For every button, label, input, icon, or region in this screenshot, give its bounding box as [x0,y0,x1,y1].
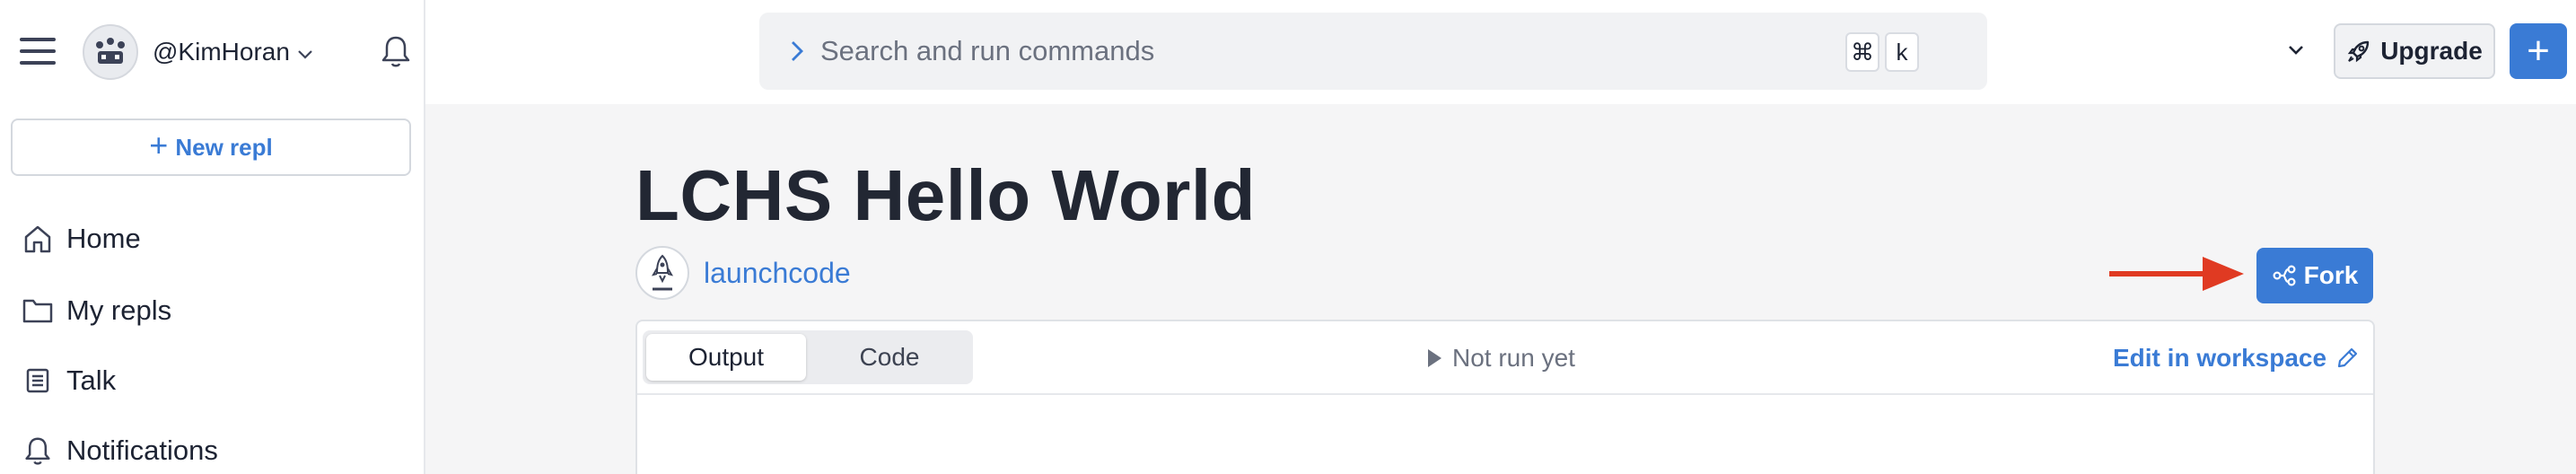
play-icon [1428,349,1441,367]
sidebar-item-label: Notifications [66,434,218,466]
shortcut-key-cmd: ⌘ [1845,32,1879,72]
repl-preview-panel: Output Code Not run yet Edit in workspac… [635,320,2375,474]
sidebar-item-label: Talk [66,364,117,396]
user-menu[interactable]: @KimHoran [153,34,313,70]
sidebar-item-notifications[interactable]: Notifications [20,427,218,474]
sidebar: @KimHoran + New repl Home My repls Talk … [0,0,425,474]
run-status: Not run yet [1425,343,1575,373]
create-button[interactable]: + [2510,23,2567,79]
plus-icon: + [149,127,169,163]
red-arrow-right-icon [2109,257,2244,291]
bell-icon [20,433,56,469]
chevron-down-icon[interactable] [2285,40,2307,61]
run-status-label: Not run yet [1452,344,1575,372]
shortcut-key-k: k [1885,32,1919,72]
top-bar: Search and run commands ⌘ k Upgrade + [425,0,2576,104]
sidebar-item-home[interactable]: Home [20,215,141,262]
owner-link[interactable]: launchcode [704,257,851,290]
plus-icon: + [2527,29,2550,73]
owner-avatar[interactable] [635,246,689,300]
new-repl-button[interactable]: + New repl [11,118,411,176]
hamburger-icon[interactable] [20,36,56,66]
app-root: @KimHoran + New repl Home My repls Talk … [0,0,2576,474]
search-placeholder: Search and run commands [820,35,1155,66]
command-search[interactable]: Search and run commands ⌘ k [759,13,2303,90]
sidebar-header: @KimHoran [0,0,424,104]
edit-workspace-label: Edit in workspace [2113,344,2327,372]
rocket-icon [651,254,674,291]
upgrade-button[interactable]: Upgrade [2334,23,2495,79]
sidebar-item-label: My repls [66,294,172,326]
fork-icon [2273,265,2296,286]
sidebar-item-label: Home [66,223,141,254]
fork-button[interactable]: Fork [2256,248,2373,303]
panel-toolbar: Output Code Not run yet Edit in workspac… [637,321,2373,395]
home-icon [20,221,56,257]
chevron-right-icon [792,41,803,61]
output-area [637,397,2373,474]
crown-avatar-icon[interactable] [83,24,138,80]
page-title: LCHS Hello World [635,155,1256,235]
rocket-icon [2348,40,2370,63]
tab-output[interactable]: Output [646,334,806,381]
main-content: LCHS Hello World launchcode Fork Output … [425,104,2576,474]
new-repl-label: New repl [175,133,273,161]
sidebar-item-my-repls[interactable]: My repls [20,287,171,334]
upgrade-label: Upgrade [2380,37,2483,65]
fork-label: Fork [2303,261,2359,289]
talk-icon [20,363,56,399]
username: @KimHoran [153,38,290,66]
pencil-icon [2337,347,2358,368]
tab-code[interactable]: Code [810,334,969,381]
edit-in-workspace-link[interactable]: Edit in workspace [2113,343,2359,373]
folder-icon [20,293,56,329]
view-tabs: Output Code [643,330,973,384]
bell-icon[interactable] [381,34,411,68]
sidebar-item-talk[interactable]: Talk [20,357,116,404]
chevron-down-icon [298,50,312,59]
